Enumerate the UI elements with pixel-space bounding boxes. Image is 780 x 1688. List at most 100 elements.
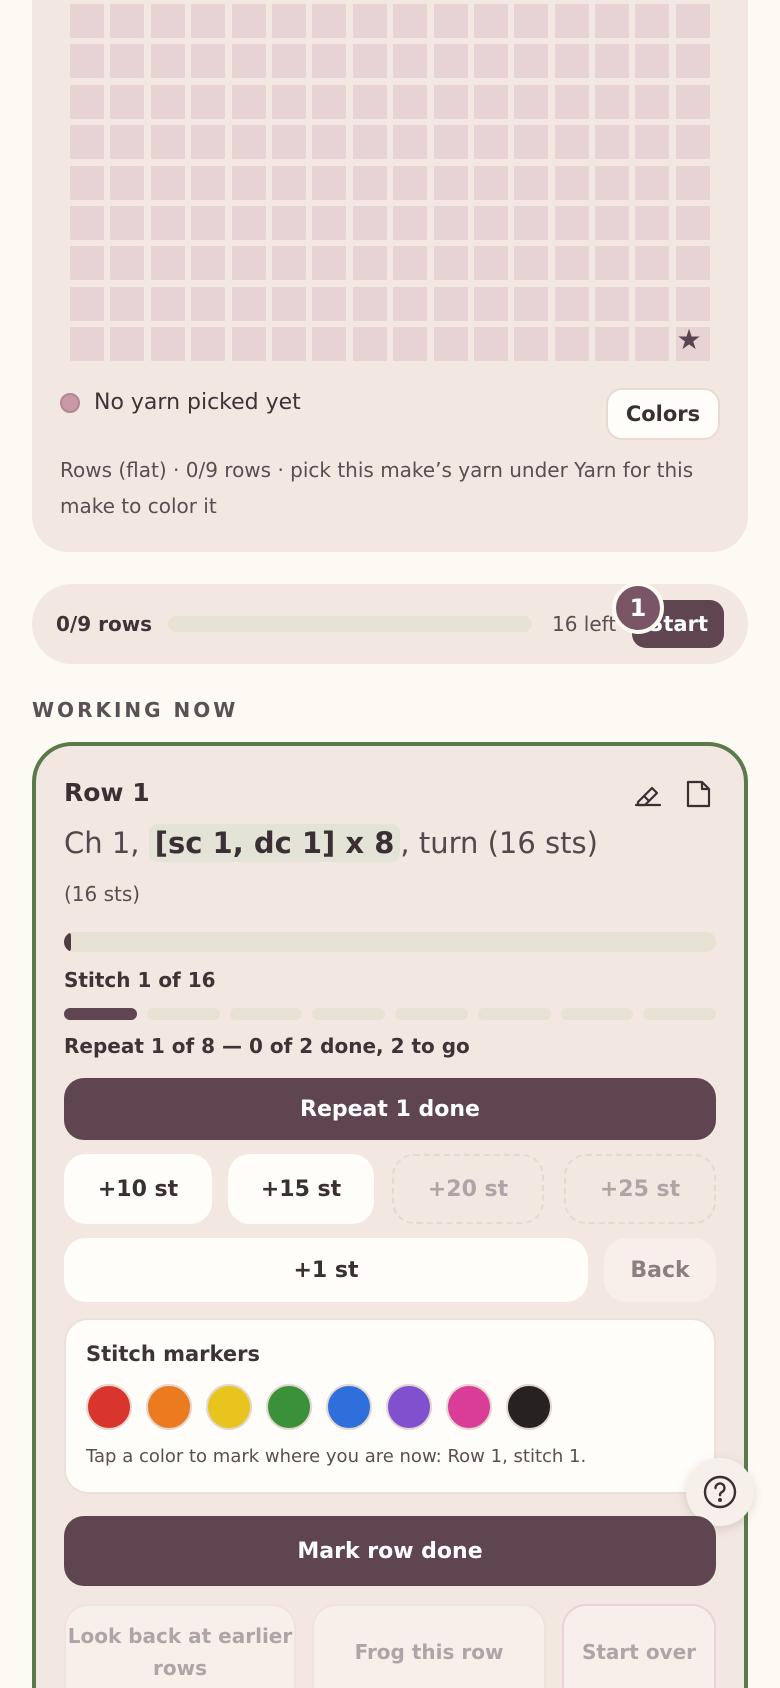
pattern-cell[interactable] (352, 44, 387, 79)
pattern-cell[interactable] (595, 286, 630, 321)
pattern-cell[interactable] (554, 246, 589, 281)
marker-color-swatch[interactable] (86, 1384, 132, 1430)
marker-color-swatch[interactable] (146, 1384, 192, 1430)
marker-color-swatch[interactable] (266, 1384, 312, 1430)
pattern-cell[interactable] (110, 165, 145, 200)
repeat-done-button[interactable]: Repeat 1 done (64, 1078, 716, 1140)
pattern-cell[interactable] (271, 205, 306, 240)
pattern-cell[interactable] (231, 286, 266, 321)
pattern-cell[interactable] (110, 286, 145, 321)
pattern-cell[interactable] (393, 205, 428, 240)
pattern-cell[interactable] (70, 165, 104, 200)
pattern-cell[interactable] (312, 205, 347, 240)
pattern-cell[interactable] (191, 327, 226, 362)
pattern-cell[interactable] (352, 205, 387, 240)
pattern-cell[interactable] (312, 125, 347, 160)
pattern-grid[interactable] (70, 4, 710, 362)
pattern-cell[interactable] (514, 246, 549, 281)
pattern-cell[interactable] (595, 4, 630, 38)
pattern-cell[interactable] (433, 44, 468, 79)
pattern-cell[interactable] (473, 286, 508, 321)
pattern-cell[interactable] (110, 4, 145, 38)
pattern-cell[interactable] (231, 165, 266, 200)
pattern-cell[interactable] (150, 84, 185, 119)
pattern-cell[interactable] (352, 84, 387, 119)
pattern-cell[interactable] (635, 44, 670, 79)
note-icon[interactable] (682, 778, 714, 810)
pattern-cell[interactable] (110, 125, 145, 160)
pattern-cell[interactable] (433, 165, 468, 200)
pattern-cell[interactable] (514, 165, 549, 200)
plus-10-button[interactable]: +10 st (64, 1154, 212, 1224)
pattern-cell[interactable] (150, 165, 185, 200)
plus-15-button[interactable]: +15 st (228, 1154, 374, 1224)
pattern-cell[interactable] (312, 327, 347, 362)
pattern-cell[interactable] (393, 125, 428, 160)
pattern-cell[interactable] (433, 327, 468, 362)
pattern-cell[interactable] (271, 327, 306, 362)
marker-color-swatch[interactable] (206, 1384, 252, 1430)
pattern-cell[interactable] (635, 4, 670, 38)
pattern-cell[interactable] (312, 286, 347, 321)
pattern-cell[interactable] (312, 246, 347, 281)
pattern-cell[interactable] (595, 44, 630, 79)
mark-row-done-button[interactable]: Mark row done (64, 1516, 716, 1586)
pattern-cell[interactable] (554, 286, 589, 321)
pattern-cell[interactable] (352, 286, 387, 321)
pattern-cell[interactable] (473, 84, 508, 119)
pattern-cell[interactable] (635, 327, 670, 362)
pattern-cell[interactable] (271, 84, 306, 119)
pattern-cell[interactable] (433, 205, 468, 240)
pattern-cell[interactable] (312, 165, 347, 200)
pattern-cell[interactable] (271, 4, 306, 38)
pattern-cell[interactable] (595, 205, 630, 240)
pattern-cell[interactable] (70, 286, 104, 321)
pattern-cell[interactable] (675, 165, 710, 200)
pattern-cell[interactable] (191, 246, 226, 281)
pattern-cell[interactable] (514, 4, 549, 38)
back-button[interactable]: Back (604, 1238, 716, 1302)
pattern-cell[interactable] (635, 84, 670, 119)
pattern-cell[interactable] (554, 44, 589, 79)
pattern-cell[interactable] (514, 125, 549, 160)
pattern-cell[interactable] (110, 44, 145, 79)
pattern-cell[interactable] (312, 84, 347, 119)
pattern-cell[interactable] (70, 44, 104, 79)
pattern-cell[interactable] (514, 84, 549, 119)
pattern-cell[interactable] (352, 327, 387, 362)
pattern-cell[interactable] (150, 205, 185, 240)
pattern-cell[interactable] (271, 165, 306, 200)
marker-color-swatch[interactable] (386, 1384, 432, 1430)
pattern-cell[interactable] (554, 4, 589, 38)
pattern-cell[interactable] (191, 44, 226, 79)
pattern-cell[interactable] (635, 205, 670, 240)
pattern-cell[interactable] (271, 44, 306, 79)
pattern-cell[interactable] (675, 125, 710, 160)
pattern-cell[interactable] (473, 4, 508, 38)
pattern-cell[interactable] (352, 4, 387, 38)
pattern-cell[interactable] (473, 327, 508, 362)
pattern-cell[interactable] (595, 125, 630, 160)
pattern-cell[interactable] (110, 246, 145, 281)
pattern-cell[interactable] (393, 84, 428, 119)
pattern-cell[interactable] (191, 84, 226, 119)
pattern-cell[interactable] (433, 286, 468, 321)
pattern-cell[interactable] (595, 84, 630, 119)
pattern-cell[interactable] (191, 205, 226, 240)
pattern-cell[interactable] (271, 286, 306, 321)
pattern-cell[interactable] (595, 246, 630, 281)
marker-color-swatch[interactable] (446, 1384, 492, 1430)
pattern-cell[interactable] (514, 286, 549, 321)
pattern-cell[interactable] (393, 165, 428, 200)
plus-1-button[interactable]: +1 st (64, 1238, 588, 1302)
pattern-cell[interactable] (312, 4, 347, 38)
pattern-cell[interactable] (271, 125, 306, 160)
pattern-cell[interactable] (554, 327, 589, 362)
pattern-cell[interactable] (150, 125, 185, 160)
pattern-cell[interactable] (635, 165, 670, 200)
pattern-cell[interactable] (675, 4, 710, 38)
pattern-cell[interactable] (191, 4, 226, 38)
pattern-cell[interactable] (554, 165, 589, 200)
pattern-cell[interactable] (70, 246, 104, 281)
pattern-cell[interactable] (393, 327, 428, 362)
